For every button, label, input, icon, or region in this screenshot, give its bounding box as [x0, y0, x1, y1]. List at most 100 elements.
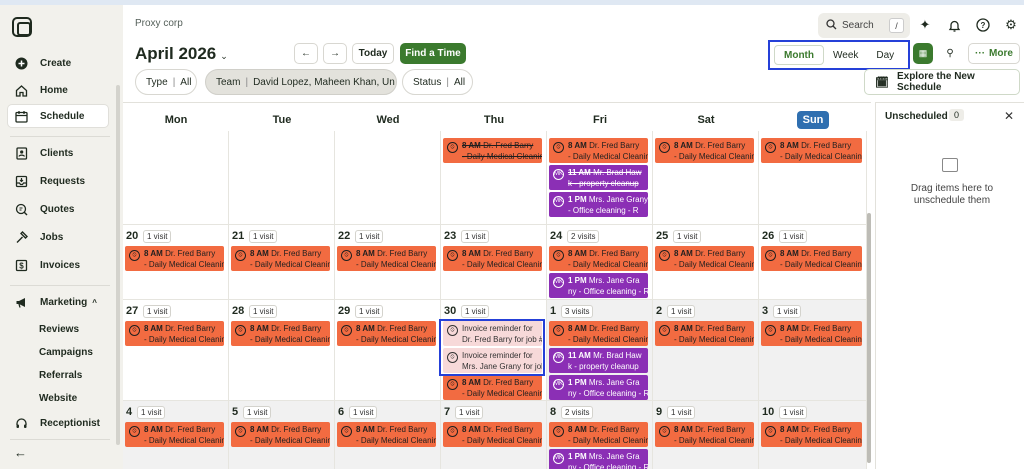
day-cell[interactable]: 1 3 visits ⦸ 8 AM Dr. Fred Barry - Daily Med… — [547, 300, 653, 401]
day-cell[interactable]: 7 1 visit ⦸ 8 AM Dr. Fred Barry - Daily Medi… — [441, 401, 547, 469]
view-day-button[interactable]: Day — [867, 45, 903, 65]
day-cell[interactable] — [229, 131, 335, 225]
map-toggle-button[interactable]: ▦ — [913, 43, 933, 64]
visit-event[interactable]: MK 11 AM Mr. Brad Haw k - property cleanup — [549, 165, 648, 190]
visit-event[interactable]: ⦸ 8 AM Dr. Fred Barry - Daily Medical Clea… — [337, 321, 436, 346]
day-cell[interactable]: 25 1 visit ⦸ 8 AM Dr. Fred Barry - Daily Med… — [653, 225, 759, 300]
day-cell[interactable]: 8 2 visits ⦸ 8 AM Dr. Fred Barry - Daily Med… — [547, 401, 653, 469]
day-cell[interactable]: 26 1 visit ⦸ 8 AM Dr. Fred Barry - Daily Med… — [759, 225, 867, 300]
visit-event[interactable]: ⦸ 8 AM Dr. Fred Barry - Daily Medical Clea… — [125, 321, 224, 346]
sidebar-item-clients[interactable]: Clients — [8, 142, 108, 164]
calendar-scrollbar[interactable] — [867, 213, 871, 463]
sidebar-subitem-campaigns[interactable]: Campaigns — [39, 347, 93, 358]
day-cell[interactable]: 9 1 visit ⦸ 8 AM Dr. Fred Barry - Daily Medi… — [653, 401, 759, 469]
sidebar-item-jobs[interactable]: Jobs — [8, 226, 108, 248]
visit-event[interactable]: ⦸ 8 AM Dr. Fred Barry - Daily Medical Clea… — [655, 138, 754, 163]
dispatch-button[interactable]: ⚲ — [940, 43, 960, 64]
day-cell[interactable]: 22 1 visit ⦸ 8 AM Dr. Fred Barry - Daily Med… — [335, 225, 441, 300]
sidebar-subitem-website[interactable]: Website — [39, 393, 77, 404]
explore-new-schedule-button[interactable]: 🗓 Explore the New Schedule — [864, 69, 1020, 95]
visit-event[interactable]: ⦸ 8 AM Dr. Fred Barry - Daily Medical Clea… — [125, 422, 224, 447]
close-icon[interactable]: ✕ — [1004, 109, 1014, 123]
event-subtitle: - Daily Medical Cleanin — [780, 436, 862, 445]
view-month-button[interactable]: Month — [774, 45, 824, 65]
sidebar-item-invoices[interactable]: $ Invoices — [8, 254, 108, 276]
day-cell[interactable]: 10 1 visit ⦸ 8 AM Dr. Fred Barry - Daily Med… — [759, 401, 867, 469]
visit-event[interactable]: ⦸ 8 AM Dr. Fred Barry - Daily Medical Clea… — [549, 321, 648, 346]
sidebar-scrollbar[interactable] — [116, 85, 120, 445]
more-button[interactable]: ··· More — [968, 43, 1020, 64]
visit-event[interactable]: ⦸ 8 AM Dr. Fred Barry - Daily Medical Clea… — [443, 422, 542, 447]
day-cell[interactable]: 24 2 visits ⦸ 8 AM Dr. Fred Barry - Daily Me… — [547, 225, 653, 300]
visit-event[interactable]: ⦸ 8 AM Dr. Fred Barry - Daily Medical Clea… — [549, 138, 648, 163]
day-cell[interactable]: 27 1 visit ⦸ 8 AM Dr. Fred Barry - Daily Med… — [123, 300, 229, 401]
day-cell[interactable]: ⦸ 8 AM Dr. Fred Barry - Daily Medical Clea… — [653, 131, 759, 225]
visit-event[interactable]: ⦸ 8 AM Dr. Fred Barry - Daily Medical Clea… — [125, 246, 224, 271]
day-cell[interactable]: 28 1 visit ⦸ 8 AM Dr. Fred Barry - Daily Med… — [229, 300, 335, 401]
sidebar-item-receptionist[interactable]: Receptionist — [8, 412, 108, 434]
visit-event[interactable]: ⦸ 8 AM Dr. Fred Barry - Daily Medical Clea… — [231, 422, 330, 447]
visit-event[interactable]: ⦸ 8 AM Dr. Fred Barry - Daily Medical Clea… — [655, 246, 754, 271]
prev-month-button[interactable]: ← — [294, 43, 318, 64]
bell-icon[interactable] — [946, 17, 962, 33]
visit-event[interactable]: ⦸ 8 AM Dr. Fred Barry - Daily Medical Clea… — [655, 321, 754, 346]
gear-icon[interactable]: ⚙ — [1003, 17, 1019, 33]
visit-event[interactable]: MK 11 AM Mr. Brad Haw k - property cleanup — [549, 348, 648, 373]
sidebar-item-home[interactable]: Home — [8, 79, 108, 101]
sidebar-item-quotes[interactable]: Quotes — [8, 198, 108, 220]
day-cell[interactable]: ⦸ 8 AM Dr. Fred Barry - Daily Medical Clea… — [759, 131, 867, 225]
visit-event[interactable]: ⦸ 8 AM Dr. Fred Barry - Daily Medical Clea… — [761, 321, 862, 346]
month-picker[interactable]: April 2026 ⌄ — [135, 44, 228, 64]
day-cell[interactable]: 4 1 visit ⦸ 8 AM Dr. Fred Barry - Daily Medi… — [123, 401, 229, 469]
day-cell[interactable] — [335, 131, 441, 225]
sidebar-item-create[interactable]: Create — [8, 52, 108, 74]
visit-event[interactable]: ⦸ 8 AM Dr. Fred Barry - Daily Medical Clea… — [549, 246, 648, 271]
visit-event[interactable]: ⦸ 8 AM Dr. Fred Barry - Daily Medical Clea… — [761, 422, 862, 447]
event-title: Dr. Fred Barry — [695, 324, 746, 333]
visit-event[interactable]: ⦸ 8 AM Dr. Fred Barry - Daily Medical Clea… — [443, 138, 542, 163]
day-cell[interactable]: 3 1 visit ⦸ 8 AM Dr. Fred Barry - Daily Medi… — [759, 300, 867, 401]
sidebar-item-marketing[interactable]: Marketing ^ — [8, 291, 108, 313]
visit-event[interactable]: ⦸ 8 AM Dr. Fred Barry - Daily Medical Clea… — [337, 422, 436, 447]
day-cell[interactable]: 20 1 visit ⦸ 8 AM Dr. Fred Barry - Daily Med… — [123, 225, 229, 300]
sidebar-item-schedule[interactable]: Schedule — [8, 105, 108, 127]
find-a-time-button[interactable]: Find a Time — [400, 43, 466, 64]
sidebar-subitem-reviews[interactable]: Reviews — [39, 324, 79, 335]
visit-event[interactable]: ⦸ 8 AM Dr. Fred Barry - Daily Medical Clea… — [231, 321, 330, 346]
visit-event[interactable]: ⦸ 8 AM Dr. Fred Barry - Daily Medical Clea… — [337, 246, 436, 271]
visit-event[interactable]: ⦸ 8 AM Dr. Fred Barry - Daily Medical Clea… — [761, 246, 862, 271]
visit-event[interactable]: ⦸ 8 AM Dr. Fred Barry - Daily Medical Clea… — [655, 422, 754, 447]
visit-event[interactable]: ⦸ 8 AM Dr. Fred Barry - Daily Medical Clea… — [443, 246, 542, 271]
contacts-icon — [14, 146, 28, 160]
visit-event[interactable]: MK 1 PM Mrs. Jane Gra ny - Office cleaning… — [549, 375, 648, 400]
sidebar-subitem-referrals[interactable]: Referrals — [39, 370, 82, 381]
day-cell[interactable]: ⦸ 8 AM Dr. Fred Barry - Daily Medical Clea… — [547, 131, 653, 225]
visit-event[interactable]: ⦸ 8 AM Dr. Fred Barry - Daily Medical Clea… — [761, 138, 862, 163]
collapse-arrow-icon[interactable]: ← — [14, 445, 27, 460]
visit-event[interactable]: ⦸ 8 AM Dr. Fred Barry - Daily Medical Clea… — [443, 375, 542, 400]
visit-event[interactable]: ⦸ 8 AM Dr. Fred Barry - Daily Medical Clea… — [549, 422, 648, 447]
day-cell[interactable]: 21 1 visit ⦸ 8 AM Dr. Fred Barry - Daily Med… — [229, 225, 335, 300]
app-logo-icon[interactable] — [12, 17, 32, 37]
day-cell[interactable]: 23 1 visit ⦸ 8 AM Dr. Fred Barry - Daily Med… — [441, 225, 547, 300]
help-icon[interactable]: ? — [975, 17, 991, 33]
status-filter[interactable]: Status | All — [402, 69, 473, 95]
search-box[interactable]: Search / — [818, 13, 910, 38]
visit-event[interactable]: MK 1 PM Mrs. Jane Gra ny - Office cleaning… — [549, 449, 648, 469]
day-cell[interactable]: 6 1 visit ⦸ 8 AM Dr. Fred Barry - Daily Medi… — [335, 401, 441, 469]
today-button[interactable]: Today — [352, 43, 394, 64]
day-cell[interactable]: 5 1 visit ⦸ 8 AM Dr. Fred Barry - Daily Medi… — [229, 401, 335, 469]
team-filter[interactable]: Team | David Lopez, Maheen Khan, Un — [205, 69, 397, 95]
visit-event[interactable]: MK 1 PM Mrs. Jane Gra ny - Office cleaning… — [549, 273, 648, 298]
view-week-button[interactable]: Week — [824, 45, 867, 65]
day-cell[interactable]: 29 1 visit ⦸ 8 AM Dr. Fred Barry - Daily Med… — [335, 300, 441, 401]
day-cell[interactable] — [123, 131, 229, 225]
visit-event[interactable]: ⦸ 8 AM Dr. Fred Barry - Daily Medical Clea… — [231, 246, 330, 271]
sparkle-icon[interactable]: ✦ — [917, 17, 933, 33]
visit-event[interactable]: MK 1 PM Mrs. Jane Grany - Office cleaning … — [549, 192, 648, 217]
sidebar-item-requests[interactable]: Requests — [8, 170, 108, 192]
day-cell[interactable]: ⦸ 8 AM Dr. Fred Barry - Daily Medical Clea… — [441, 131, 547, 225]
day-cell[interactable]: 2 1 visit ⦸ 8 AM Dr. Fred Barry - Daily Medi… — [653, 300, 759, 401]
type-filter[interactable]: Type | All — [135, 69, 197, 95]
next-month-button[interactable]: → — [323, 43, 347, 64]
